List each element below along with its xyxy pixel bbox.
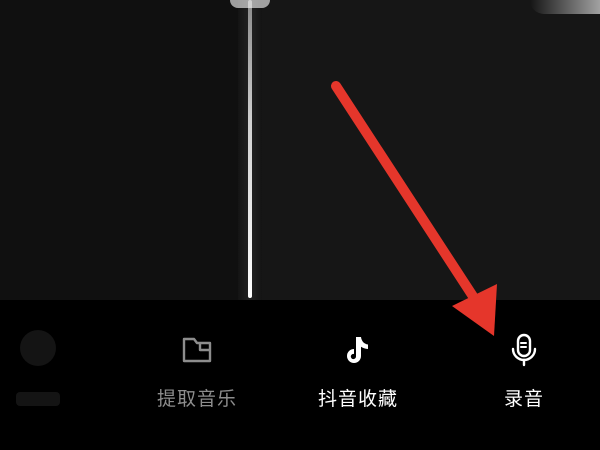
extract-music-label: 提取音乐 bbox=[156, 388, 237, 410]
faded-tool-item[interactable] bbox=[0, 330, 98, 430]
preview-right-pane bbox=[262, 0, 600, 300]
corner-light-flare bbox=[530, 0, 600, 14]
preview-left-pane bbox=[0, 0, 238, 300]
video-editor-screen: 提取音乐 抖音收藏 录音 bbox=[0, 0, 600, 450]
tiktok-note-icon bbox=[347, 337, 368, 363]
top-light-flare bbox=[230, 0, 270, 8]
editor-preview-area bbox=[0, 0, 600, 300]
douyin-favorites-label: 抖音收藏 bbox=[317, 388, 398, 410]
douyin-favorites-button[interactable]: 抖音收藏 bbox=[298, 330, 418, 430]
faded-tool-icon bbox=[20, 330, 56, 366]
folder-icon bbox=[182, 337, 212, 363]
record-label: 录音 bbox=[503, 388, 544, 410]
record-button[interactable]: 录音 bbox=[464, 330, 584, 430]
microphone-icon bbox=[511, 333, 537, 367]
timeline-playhead[interactable] bbox=[248, 0, 252, 298]
audio-toolbar: 提取音乐 抖音收藏 录音 bbox=[0, 300, 600, 450]
extract-music-button[interactable]: 提取音乐 bbox=[137, 330, 257, 430]
faded-tool-label bbox=[16, 392, 60, 406]
